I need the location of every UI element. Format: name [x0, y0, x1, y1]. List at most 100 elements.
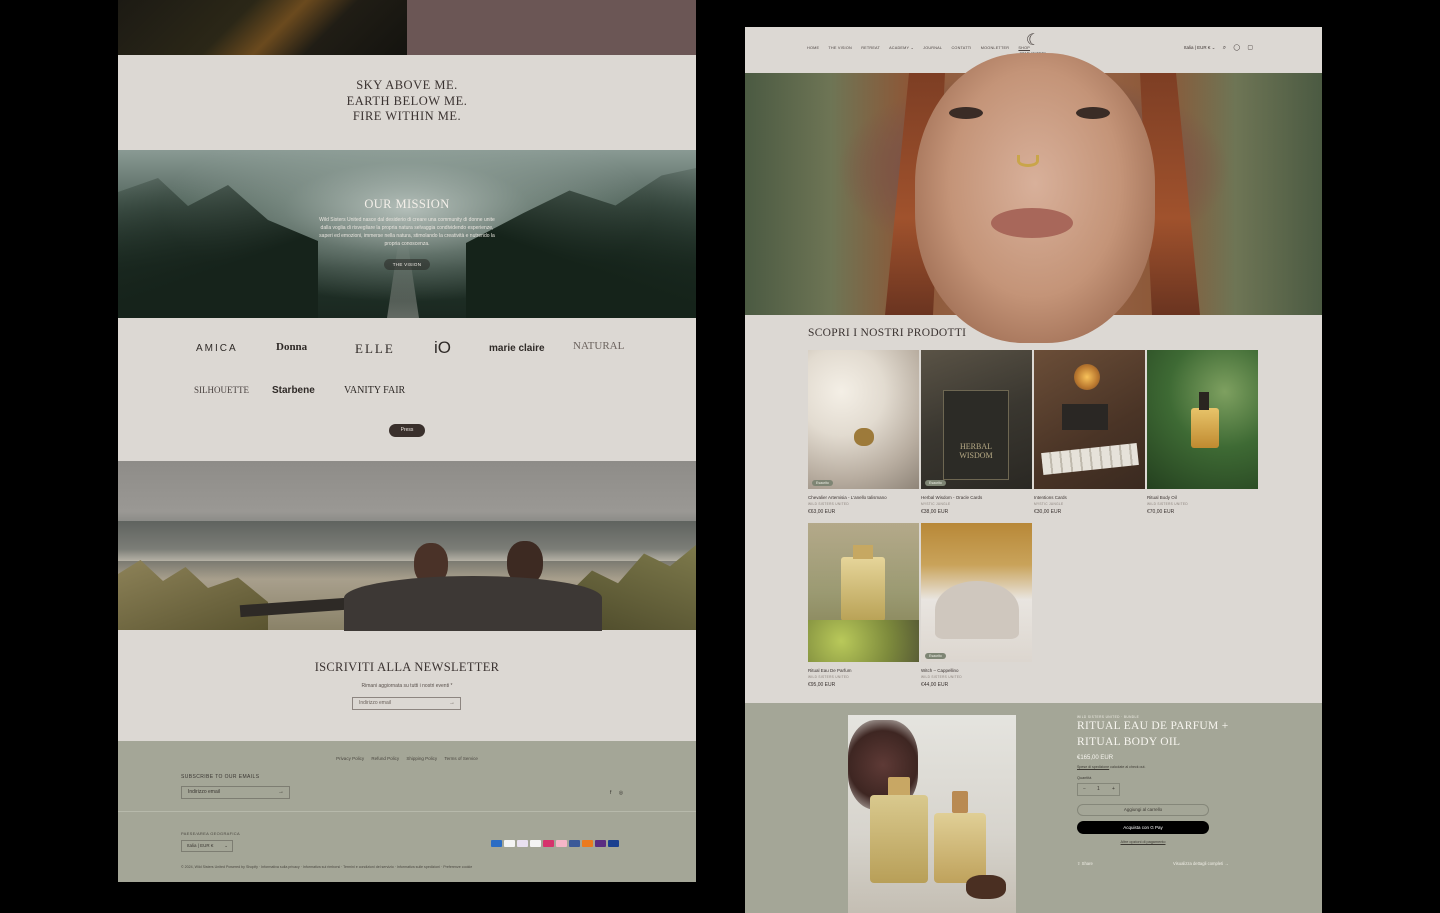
footer-link[interactable]: Terms of Service [444, 756, 478, 761]
press-logo: Donna [276, 341, 308, 353]
river [387, 238, 419, 318]
product-image[interactable] [1147, 350, 1258, 489]
press-button[interactable]: Press [389, 424, 425, 437]
add-to-cart-button[interactable]: Aggiungi al carrello [1077, 804, 1209, 816]
product-vendor: WILD SISTERS UNITED [808, 675, 849, 679]
nav-the-vision[interactable]: THE VISION [828, 46, 852, 50]
dropper [1199, 392, 1209, 410]
minus-icon[interactable]: − [1083, 784, 1086, 795]
moon-icon: ☾ [1025, 32, 1041, 49]
product-image[interactable] [808, 523, 919, 662]
product-card[interactable]: Intentions Cards MYSTIC JUNGLE €30,00 EU… [1034, 350, 1145, 515]
product-card[interactable]: Ritual Eau De Parfum WILD SISTERS UNITED… [808, 523, 919, 688]
quantity-stepper[interactable]: − 1 + [1077, 783, 1120, 796]
footer-link[interactable]: Refund Policy [371, 756, 399, 761]
product-image[interactable] [1034, 350, 1145, 489]
search-icon[interactable]: ⌕ [1223, 45, 1226, 51]
press-logo: VANITY FAIR [344, 385, 406, 396]
plus-icon[interactable]: + [1112, 784, 1115, 795]
cards-spread [1041, 443, 1139, 475]
arrow-right-icon[interactable]: → [278, 787, 284, 798]
perfume-cap [853, 545, 873, 559]
facebook-icon[interactable]: f [610, 790, 611, 796]
chevron-down-icon: ⌄ [224, 843, 228, 848]
sold-out-badge: Esaurito [812, 480, 833, 486]
product-image[interactable]: Esaurito [921, 523, 1032, 662]
press-logo: NATURAL [573, 340, 625, 352]
shop-pay-icon [595, 840, 606, 847]
cart-icon[interactable]: ▢ [1247, 45, 1253, 51]
amex-icon [491, 840, 502, 847]
nav-retreat[interactable]: RETREAT [861, 46, 880, 50]
tagline-line: FIRE WITHIN ME. [352, 109, 462, 123]
shipping-link[interactable]: Spese di spedizione [1077, 765, 1109, 769]
quantity-value[interactable]: 1 [1097, 784, 1100, 795]
product-image[interactable]: HERBAL WISDOM Esaurito [921, 350, 1032, 489]
account-icon[interactable]: ◯ [1233, 45, 1240, 51]
lips [991, 208, 1073, 238]
press-logo: AMICA [196, 343, 238, 354]
shipping-text: calcolate al check out. [1109, 765, 1146, 769]
product-card[interactable]: Esaurito Witch – Cappellino WILD SISTERS… [921, 523, 1032, 688]
product-price: €63,00 EUR [808, 509, 836, 515]
top-image-strip [118, 0, 696, 55]
nav-home[interactable]: HOME [807, 46, 819, 50]
product-title: Herbal Wisdom - Oracle Cards [921, 495, 983, 500]
country-selector[interactable]: Italia | EUR € ⌄ [181, 840, 233, 852]
product-card[interactable]: HERBAL WISDOM Esaurito Herbal Wisdom - Or… [921, 350, 1032, 515]
region-selector[interactable]: Italia | EUR € ⌄ [1184, 45, 1215, 50]
ideal-icon [543, 840, 554, 847]
perfume-bottle [870, 795, 928, 883]
view-details-link[interactable]: Visualizza dettagli completi → [1173, 861, 1229, 866]
google-pay-button[interactable]: Acquista con G Pay [1077, 821, 1209, 834]
mission-title: OUR MISSION [364, 197, 450, 211]
stones [966, 875, 1006, 899]
instagram-icon[interactable]: ◎ [619, 790, 623, 796]
footer-link[interactable]: Privacy Policy [336, 756, 364, 761]
share-button[interactable]: ⇧ Share [1077, 861, 1093, 866]
nav-journal[interactable]: JOURNAL [923, 46, 942, 50]
forest-trees [466, 168, 696, 318]
newsletter-email-input[interactable]: Indirizzo email → [352, 697, 461, 710]
product-price: €30,00 EUR [1034, 509, 1062, 515]
shop-panel: HOME THE VISION RETREAT ACADEMY ⌄ JOURNA… [745, 27, 1322, 913]
apple-pay-icon [504, 840, 515, 847]
nav-contatti[interactable]: CONTATTI [951, 46, 971, 50]
newsletter-subtitle: Rimani aggiornata su tutti i nostri even… [361, 683, 453, 689]
press-logos: AMICA Donna ELLE iO marie claire NATURAL… [118, 318, 696, 461]
footer-email-input[interactable]: Indirizzo email → [181, 786, 290, 799]
hot-tub-beach-image [118, 461, 696, 631]
product-card[interactable]: Esaurito Chevalier Artemisia - L'anello … [808, 350, 919, 515]
nose-ring [1017, 155, 1039, 167]
perfume-bottle [841, 557, 885, 621]
oracle-card-box [943, 390, 1009, 480]
klarna-icon [556, 840, 567, 847]
press-logo: ELLE [355, 341, 395, 356]
product-title: Intentions Cards [1034, 495, 1067, 500]
tagline-line: EARTH BELOW ME. [346, 93, 468, 108]
sea [118, 521, 696, 561]
product-title: Chevalier Artemisia - L'anello talismano [808, 495, 887, 500]
arrow-right-icon[interactable]: → [449, 698, 455, 709]
google-pay-icon [530, 840, 541, 847]
visa-icon [608, 840, 619, 847]
nav-academy[interactable]: ACADEMY ⌄ [889, 46, 914, 50]
shipping-note: Spese di spedizione calcolate al check o… [1077, 765, 1146, 769]
eye [1076, 107, 1110, 119]
mission-text: Wild Sisters United nasce dal desiderio … [319, 217, 495, 247]
featured-product-image[interactable] [848, 715, 1016, 913]
subscribe-title: SUBSCRIBE TO OUR EMAILS [181, 774, 260, 780]
dune-grass [118, 560, 268, 630]
newsletter-title: ISCRIVITI ALLA NEWSLETTER [314, 660, 500, 674]
the-vision-button[interactable]: THE VISION [384, 259, 430, 270]
product-price: €70,00 EUR [1147, 509, 1175, 515]
product-image[interactable]: Esaurito [808, 350, 919, 489]
footer-link[interactable]: Shipping Policy [406, 756, 437, 761]
more-payment-options-link[interactable]: Altre opzioni di pagamento [1077, 840, 1209, 844]
footer-policy-links: Privacy Policy Refund Policy Shipping Po… [118, 756, 696, 761]
nav-moonletter[interactable]: MOONLETTER [981, 46, 1009, 50]
sold-out-badge: Esaurito [925, 480, 946, 486]
product-card[interactable]: Ritual Body Oil WILD SISTERS UNITED €70,… [1147, 350, 1258, 515]
mission-banner: OUR MISSION Wild Sisters United nasce da… [118, 150, 696, 318]
card-box [1062, 404, 1108, 430]
